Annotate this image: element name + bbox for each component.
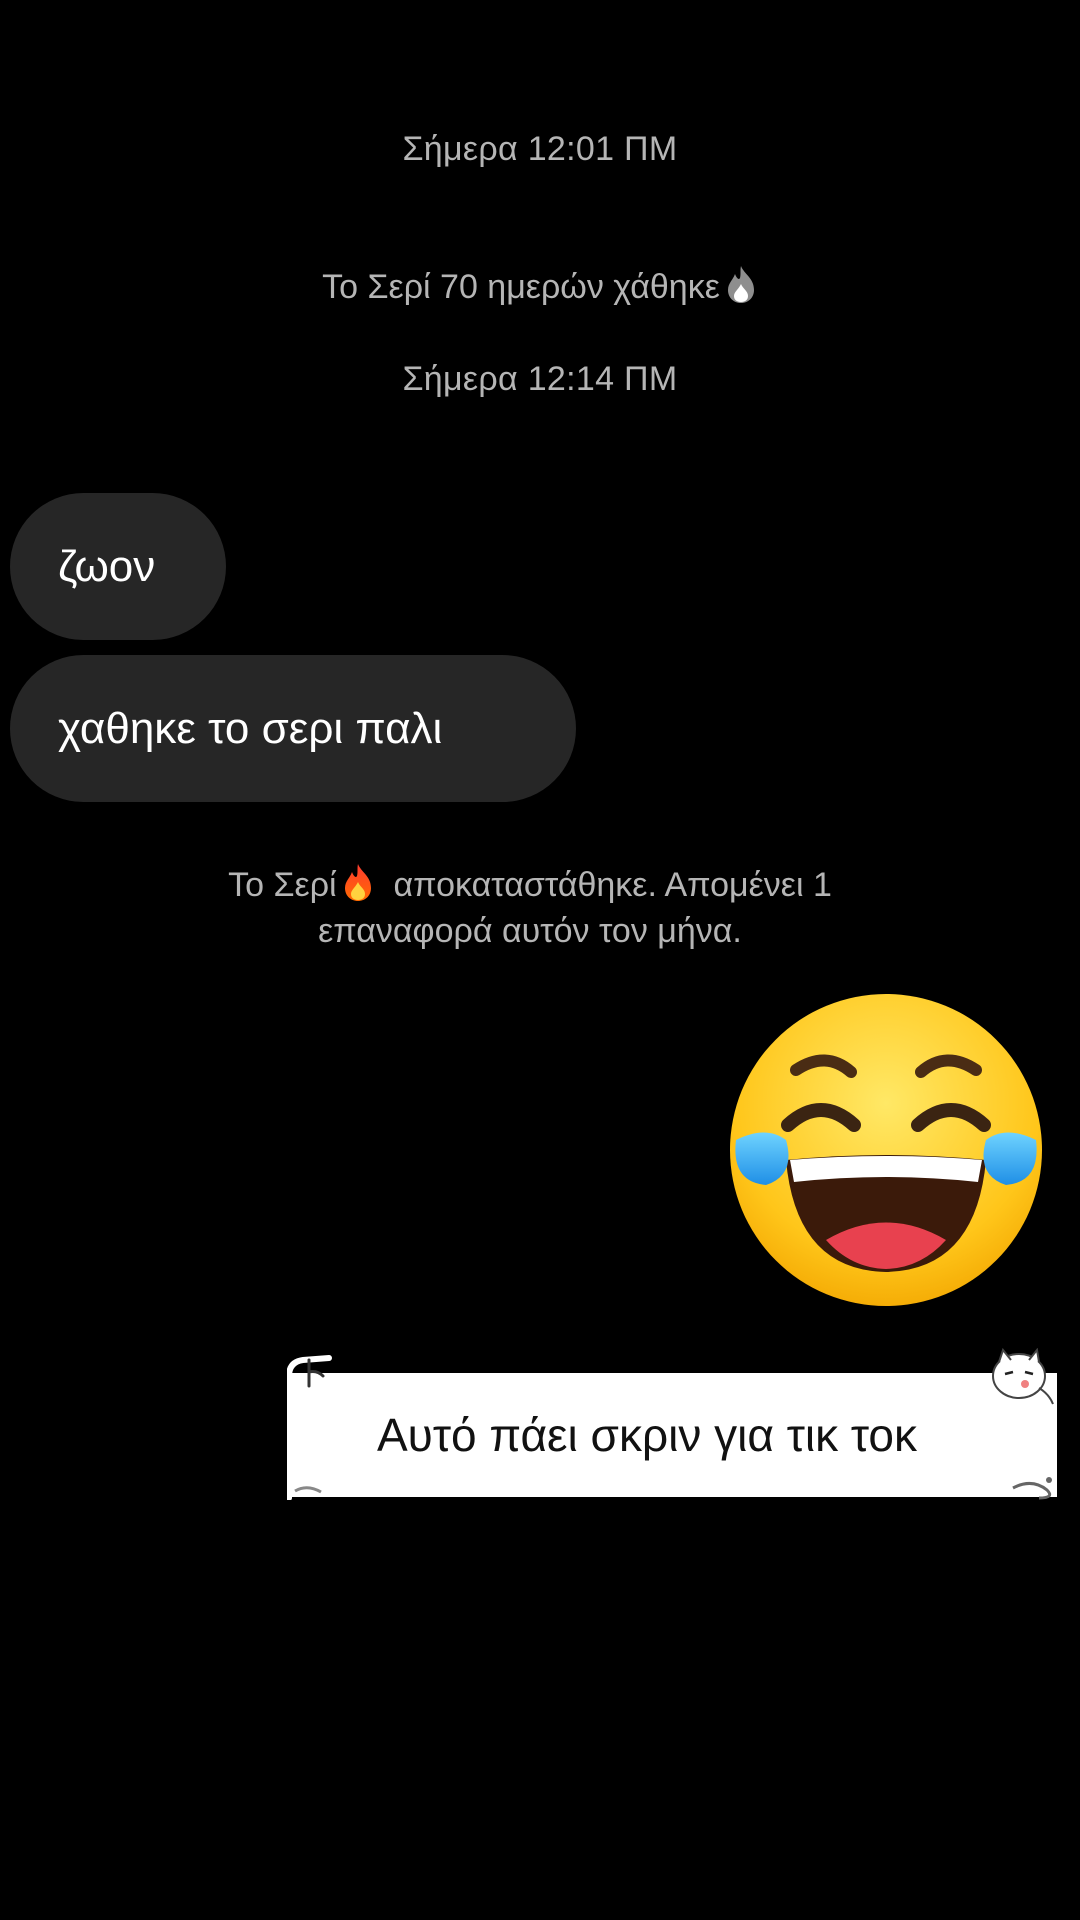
message-text: ζωον [58,541,156,591]
streak-restored-line-1: Το Σερί αποκαταστάθηκε. Απομένει 1 [0,862,1070,908]
fire-icon [341,862,375,902]
video-caption: Αυτό πάει σκριν για τικ τοκ [287,1348,1057,1500]
streak-restored-text: αποκαταστάθηκε. Απομένει 1 [393,866,832,904]
message-text: χαθηκε το σερι παλι [58,703,443,753]
streak-restored-line-2: επαναφορά αυτόν τον μήνα. [318,912,742,950]
streak-restored-text: Το Σερί [228,866,337,904]
streak-lost-note: Το Σερί 70 ημερών χάθηκε [0,264,1080,310]
streak-restored-note: Το Σερί αποκαταστάθηκε. Απομένει 1 επανα… [0,862,1070,954]
streak-lost-text: Το Σερί 70 ημερών χάθηκε [322,268,720,306]
caption-text: Αυτό πάει σκριν για τικ τοκ [377,1409,917,1461]
message-bubble[interactable]: χαθηκε το σερι παλι [10,655,576,802]
tears-of-joy-emoji [726,990,1046,1310]
caption-box: Αυτό πάει σκριν για τικ τοκ [287,1373,1057,1497]
timestamp: Σήμερα 12:14 ΠΜ [402,360,678,398]
message-bubble[interactable]: ζωον [10,493,226,640]
grey-flame-icon [724,264,758,304]
timestamp: Σήμερα 12:01 ΠΜ [402,130,678,168]
